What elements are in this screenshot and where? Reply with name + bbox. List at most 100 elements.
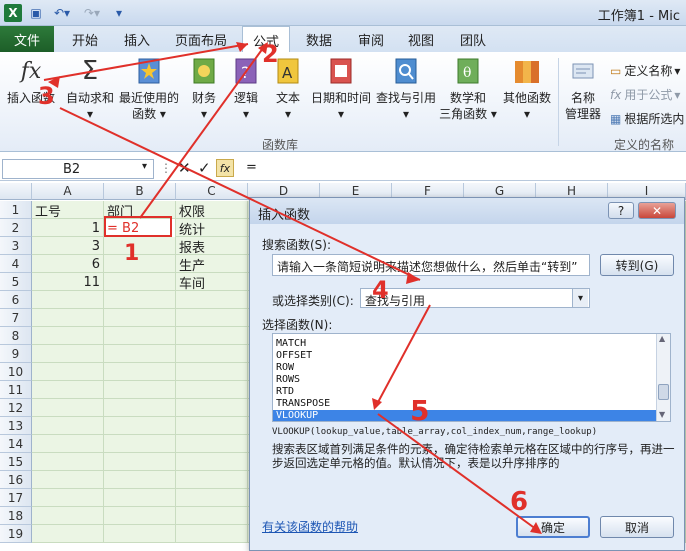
- list-item[interactable]: MATCH: [273, 338, 670, 350]
- row-header[interactable]: 2: [0, 219, 32, 237]
- category-select[interactable]: 查找与引用: [360, 288, 590, 308]
- cell[interactable]: [176, 345, 248, 363]
- cell[interactable]: [176, 327, 248, 345]
- insert-function-fx-icon[interactable]: fx: [216, 159, 234, 177]
- lookup-reference-button[interactable]: 查找与引用 ▾: [374, 56, 438, 122]
- cell[interactable]: [32, 525, 104, 543]
- cell[interactable]: [32, 309, 104, 327]
- row-header[interactable]: 7: [0, 309, 32, 327]
- cell[interactable]: [104, 327, 176, 345]
- cell[interactable]: 工号: [32, 201, 104, 220]
- tab-home[interactable]: 开始: [62, 26, 108, 52]
- cell[interactable]: [32, 327, 104, 345]
- cell[interactable]: 统计: [176, 219, 248, 238]
- cell[interactable]: [176, 435, 248, 453]
- row-header[interactable]: 3: [0, 237, 32, 255]
- cell[interactable]: 1: [32, 219, 104, 237]
- row-header[interactable]: 15: [0, 453, 32, 471]
- list-item[interactable]: ROWS: [273, 374, 670, 386]
- redo-icon[interactable]: ↷▾: [80, 4, 104, 22]
- cell[interactable]: [176, 399, 248, 417]
- list-scrollbar[interactable]: ▲ ▼: [656, 334, 670, 421]
- row-header[interactable]: 13: [0, 417, 32, 435]
- row-header[interactable]: 17: [0, 489, 32, 507]
- cancel-button[interactable]: 取消: [600, 516, 674, 538]
- name-manager-button[interactable]: 名称 管理器: [562, 56, 604, 122]
- cell[interactable]: [32, 291, 104, 309]
- cell[interactable]: 权限: [176, 201, 248, 220]
- list-item[interactable]: RTD: [273, 386, 670, 398]
- cell[interactable]: 6: [32, 255, 104, 273]
- list-item[interactable]: ROW: [273, 362, 670, 374]
- recently-used-button[interactable]: 最近使用的 函数 ▾: [118, 56, 180, 122]
- use-in-formula-button[interactable]: fx 用于公式 ▾: [610, 86, 680, 103]
- row-header[interactable]: 10: [0, 363, 32, 381]
- tab-team[interactable]: 团队: [450, 26, 496, 52]
- column-header[interactable]: A: [32, 183, 104, 200]
- row-header[interactable]: 6: [0, 291, 32, 309]
- row-header[interactable]: 8: [0, 327, 32, 345]
- ok-button[interactable]: 确定: [516, 516, 590, 538]
- cell[interactable]: [104, 525, 176, 543]
- cell[interactable]: [176, 525, 248, 543]
- financial-button[interactable]: 财务 ▾: [186, 56, 222, 122]
- cell[interactable]: [176, 417, 248, 435]
- cell[interactable]: 部门: [104, 201, 176, 220]
- math-trig-button[interactable]: θ 数学和 三角函数 ▾: [439, 56, 497, 122]
- tab-file[interactable]: 文件: [0, 26, 54, 52]
- tab-formulas[interactable]: 公式: [242, 26, 290, 53]
- cell[interactable]: [104, 237, 176, 255]
- cell[interactable]: [32, 417, 104, 435]
- cell[interactable]: [104, 399, 176, 417]
- cell[interactable]: 报表: [176, 237, 248, 256]
- cell[interactable]: [32, 471, 104, 489]
- cell[interactable]: [176, 507, 248, 525]
- cell[interactable]: [176, 453, 248, 471]
- cell[interactable]: [104, 255, 176, 273]
- row-header[interactable]: 1: [0, 201, 32, 219]
- cell[interactable]: [104, 417, 176, 435]
- formula-content[interactable]: =: [246, 160, 257, 175]
- cell[interactable]: [104, 435, 176, 453]
- row-header[interactable]: 5: [0, 273, 32, 291]
- list-item[interactable]: OFFSET: [273, 350, 670, 362]
- cell[interactable]: 11: [32, 273, 104, 291]
- cell[interactable]: [32, 435, 104, 453]
- cell[interactable]: [32, 507, 104, 525]
- scroll-down-icon[interactable]: ▼: [659, 410, 665, 419]
- name-box[interactable]: B2: [2, 159, 154, 179]
- logical-button[interactable]: ? 逻辑 ▾: [228, 56, 264, 122]
- scrollbar-thumb[interactable]: [658, 384, 669, 400]
- text-button[interactable]: A 文本 ▾: [270, 56, 306, 122]
- autosum-button[interactable]: Σ 自动求和 ▾: [64, 56, 116, 122]
- cancel-formula-icon[interactable]: ✕: [178, 159, 191, 177]
- select-all-corner[interactable]: [0, 183, 32, 200]
- search-function-input[interactable]: 请输入一条简短说明来描述您想做什么，然后单击“转到”: [272, 254, 590, 276]
- row-header[interactable]: 14: [0, 435, 32, 453]
- cell[interactable]: [32, 453, 104, 471]
- undo-icon[interactable]: ↶▾: [50, 4, 74, 22]
- function-list[interactable]: MATCH OFFSET ROW ROWS RTD TRANSPOSE VLOO…: [272, 333, 671, 422]
- cell[interactable]: [104, 489, 176, 507]
- tab-insert[interactable]: 插入: [114, 26, 160, 52]
- row-header[interactable]: 11: [0, 381, 32, 399]
- cell[interactable]: [176, 363, 248, 381]
- row-header[interactable]: 19: [0, 525, 32, 543]
- go-button[interactable]: 转到(G): [600, 254, 674, 276]
- cell[interactable]: [104, 309, 176, 327]
- insert-function-button[interactable]: fx 插入函数: [2, 56, 60, 106]
- tab-page-layout[interactable]: 页面布局: [166, 26, 236, 52]
- cell[interactable]: [32, 489, 104, 507]
- cell[interactable]: [104, 345, 176, 363]
- function-help-link[interactable]: 有关该函数的帮助: [262, 518, 358, 535]
- scroll-up-icon[interactable]: ▲: [659, 334, 665, 343]
- row-header[interactable]: 16: [0, 471, 32, 489]
- name-box-dropdown-icon[interactable]: ▾: [142, 161, 147, 172]
- datetime-button[interactable]: 日期和时间 ▾: [310, 56, 372, 122]
- cell[interactable]: [32, 363, 104, 381]
- row-header[interactable]: 18: [0, 507, 32, 525]
- save-icon[interactable]: ▣: [28, 4, 44, 22]
- row-header[interactable]: 12: [0, 399, 32, 417]
- customize-toolbar-icon[interactable]: ▾: [112, 4, 126, 22]
- dialog-close-button[interactable]: ✕: [638, 202, 676, 219]
